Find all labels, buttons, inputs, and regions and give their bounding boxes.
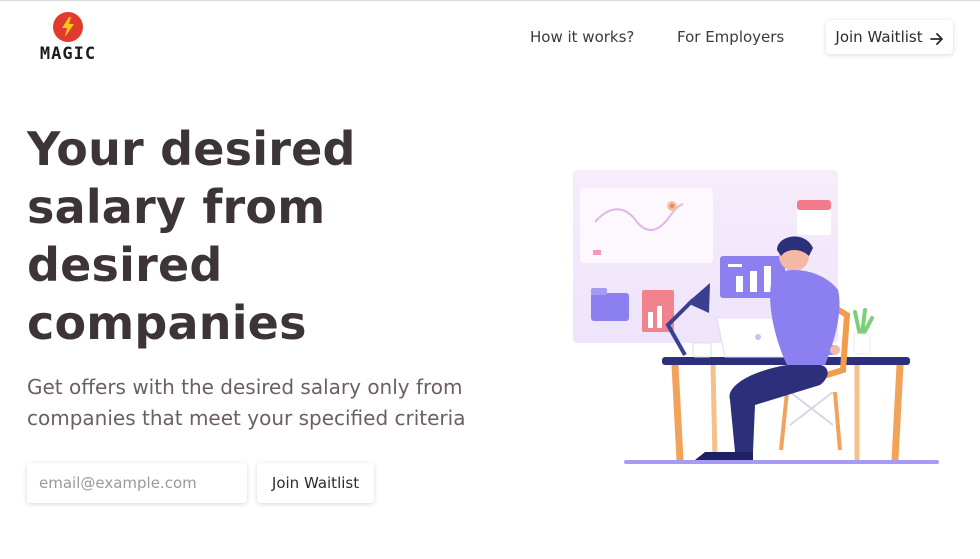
hero-title: Your desired salary from desired compani… [27,122,356,350]
top-border [0,0,980,1]
join-waitlist-button[interactable]: Join Waitlist [257,463,374,503]
hero-illustration [565,160,945,472]
nav-for-employers-link[interactable]: For Employers [677,28,784,46]
hero-subtitle: Get offers with the desired salary only … [27,375,466,430]
logo[interactable]: MAGIC [33,12,103,68]
lightning-bolt-icon [53,12,83,42]
nav-how-it-works-link[interactable]: How it works? [530,28,634,46]
logo-text: MAGIC [39,44,97,64]
email-input[interactable] [27,463,247,503]
header-join-waitlist-label: Join Waitlist [835,28,923,46]
arrow-right-icon [929,31,944,45]
header-join-waitlist-button[interactable]: Join Waitlist [826,20,953,54]
